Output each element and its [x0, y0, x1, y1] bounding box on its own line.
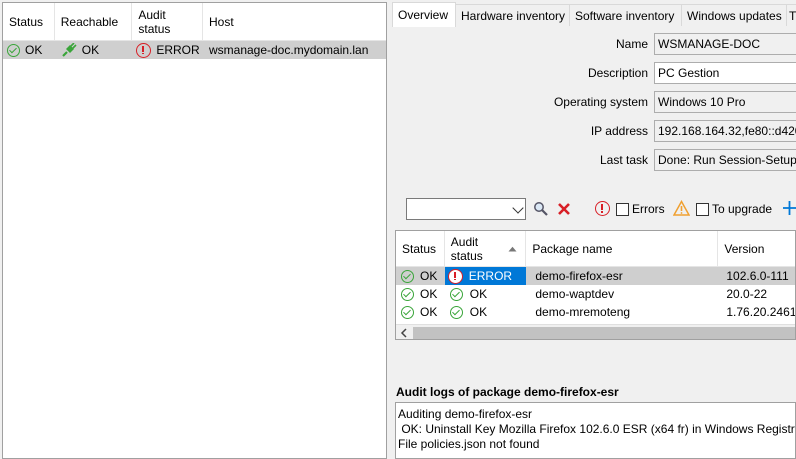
packages-grid[interactable]: Status Audit status Package name Version… [395, 230, 796, 340]
ip-field[interactable]: 192.168.164.32,fe80::d420:1 [654, 120, 796, 142]
version-cell: 102.6.0-111 [726, 269, 789, 283]
log-line: Auditing demo-firefox-esr [398, 407, 533, 421]
last-task-label: Last task [599, 153, 648, 167]
package-name-cell: demo-waptdev [535, 287, 615, 301]
ok-status-icon [401, 269, 414, 283]
scroll-left-icon[interactable] [400, 328, 408, 338]
warning-icon [673, 200, 690, 216]
ok-status-icon [401, 305, 414, 319]
version-cell: 1.76.20.2461.. [726, 305, 795, 319]
tab-bar: Overview Hardware inventory Software inv… [392, 2, 796, 27]
tab-truncated[interactable]: T [786, 4, 796, 26]
tab-overview[interactable]: Overview [392, 2, 456, 27]
add-icon[interactable] [783, 200, 796, 216]
package-name-cell: demo-mremoteng [535, 305, 631, 319]
ip-label: IP address [590, 124, 648, 138]
upgrade-checkbox[interactable] [696, 203, 709, 216]
os-field[interactable]: Windows 10 Pro [654, 91, 796, 113]
search-icon[interactable] [533, 201, 549, 217]
col-status[interactable]: Status [3, 3, 55, 41]
audit-cell-focused[interactable]: ERROR [444, 267, 527, 285]
tab-hardware-inventory[interactable]: Hardware inventory [455, 4, 570, 26]
table-row[interactable]: OK ERROR demo-firefox-esr 102.6.0-111 [396, 267, 795, 285]
errors-filter-icon [595, 201, 610, 216]
overview-panel: Name WSMANAGE-DOC Description PC Gestion… [392, 26, 796, 459]
name-label: Name [615, 37, 648, 51]
log-line: OK: Uninstall Key Mozilla Firefox 102.6.… [398, 422, 796, 436]
sort-up-icon [508, 246, 517, 252]
scrollbar-thumb[interactable] [413, 327, 795, 339]
tab-windows-updates[interactable]: Windows updates [681, 4, 787, 26]
horizontal-scrollbar[interactable] [396, 324, 795, 339]
name-field[interactable]: WSMANAGE-DOC [654, 33, 796, 55]
log-line: File policies.json not found [398, 437, 540, 451]
package-filter-combo[interactable] [406, 198, 526, 220]
package-name-cell: demo-firefox-esr [535, 269, 623, 283]
hosts-grid-header: Status Reachable Audit status Host [3, 3, 386, 41]
audit-logs-text[interactable]: Auditing demo-firefox-esr OK: Uninstall … [395, 402, 796, 459]
table-row[interactable]: OK OK ERROR wsmanage-doc.mydomain.lan [3, 41, 386, 59]
ok-status-icon [449, 287, 463, 301]
chevron-down-icon[interactable] [512, 202, 524, 214]
tab-software-inventory[interactable]: Software inventory [569, 4, 682, 26]
col-reachable[interactable]: Reachable [55, 3, 133, 41]
error-status-icon [136, 42, 152, 58]
errors-label: Errors [632, 202, 665, 216]
description-field[interactable]: PC Gestion [654, 62, 796, 84]
table-row[interactable]: OK OK demo-waptdev 20.0-22 [396, 285, 795, 303]
ok-status-icon [7, 43, 20, 57]
col-package-name[interactable]: Package name [526, 231, 719, 267]
ok-status-icon [401, 287, 414, 301]
col-version[interactable]: Version [718, 231, 795, 267]
col-host[interactable]: Host [203, 3, 386, 41]
ok-status-icon [449, 305, 463, 319]
col-pkg-audit-status[interactable]: Audit status [445, 231, 527, 267]
col-pkg-status[interactable]: Status [396, 231, 445, 267]
host-cell: wsmanage-doc.mydomain.lan [208, 43, 369, 57]
table-row[interactable]: OK OK demo-mremoteng 1.76.20.2461.. [396, 303, 795, 321]
clear-icon[interactable] [557, 202, 571, 216]
os-label: Operating system [553, 95, 648, 109]
packages-grid-header: Status Audit status Package name Version [396, 231, 795, 267]
hosts-grid[interactable]: Status Reachable Audit status Host OK OK… [2, 2, 387, 459]
description-label: Description [587, 66, 648, 80]
last-task-field[interactable]: Done: Run Session-Setups [654, 149, 796, 171]
col-audit-status[interactable]: Audit status [132, 3, 203, 41]
plug-icon [61, 43, 77, 57]
upgrade-label: To upgrade [712, 202, 773, 216]
audit-logs-title: Audit logs of package demo-firefox-esr [396, 385, 619, 399]
error-status-icon [447, 268, 463, 284]
version-cell: 20.0-22 [726, 287, 768, 301]
errors-checkbox[interactable] [616, 203, 629, 216]
